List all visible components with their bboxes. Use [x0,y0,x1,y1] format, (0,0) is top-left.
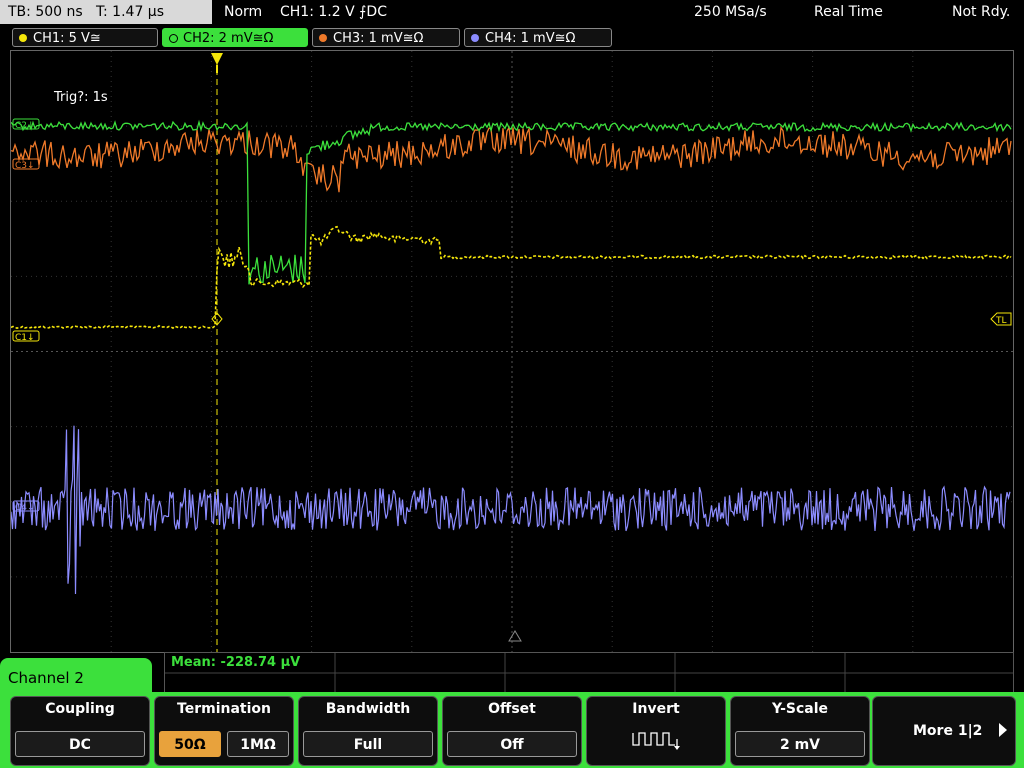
measurement-grid [165,653,1013,693]
svg-text:TL: TL [995,316,1007,326]
waveform-display[interactable]: C2↓ C3↓ C1↓ C4↓ TL [10,50,1014,653]
more-label: More 1|2 [913,723,983,739]
horizontal-center-icon [508,630,522,642]
menu-title-tab: Channel 2 [0,658,152,698]
measurement-panel[interactable]: Mean: -228.74 µV [164,652,1014,694]
channel-2-label: CH2: 2 mV≅Ω [183,31,274,46]
channel-2-offset-marker[interactable]: C2↓ [12,118,40,131]
channel-4-dot-icon [471,34,479,42]
bandwidth-softkey[interactable]: Bandwidth Full [298,696,438,766]
coupling-value[interactable]: DC [15,731,145,757]
svg-text:C2↓: C2↓ [15,121,35,131]
channel-2-waveform [11,119,1012,285]
svg-text:C4↓: C4↓ [15,503,35,513]
acquisition-status: Not Rdy. [952,4,1011,20]
termination-softkey[interactable]: Termination 50Ω 1MΩ [154,696,294,766]
channel-4-button[interactable]: CH4: 1 mV≅Ω [464,28,612,47]
svg-text:C1↓: C1↓ [15,333,35,343]
channel-1-waveform [11,225,1012,330]
termination-label: Termination [177,701,271,717]
waveform-canvas: C2↓ C3↓ C1↓ C4↓ TL [11,51,1013,652]
invert-softkey[interactable]: Invert [586,696,726,766]
bandwidth-label: Bandwidth [325,701,411,717]
timebase-value: TB: 500 ns [8,4,83,20]
timebase-box[interactable]: TB: 500 ns T: 1.47 µs [0,0,212,24]
yscale-softkey[interactable]: Y-Scale 2 mV [730,696,870,766]
acquisition-mode: Real Time [814,4,883,20]
offset-value[interactable]: Off [447,731,577,757]
bandwidth-value[interactable]: Full [303,731,433,757]
termination-50ohm-option[interactable]: 50Ω [159,731,221,757]
channel-3-offset-marker[interactable]: C3↓ [12,158,40,171]
coupling-label: Coupling [45,701,115,717]
channel-bar: CH1: 5 V≅ CH2: 2 mV≅Ω CH3: 1 mV≅Ω CH4: 1… [0,26,1024,48]
more-softkey[interactable]: More 1|2 [872,696,1016,766]
trigger-info[interactable]: CH1: 1.2 V ⨍DC [280,0,387,24]
channel-2-button[interactable]: CH2: 2 mV≅Ω [162,28,308,47]
channel-3-waveform [11,125,1012,193]
trigger-position-marker-icon[interactable] [211,53,223,65]
channel-3-label: CH3: 1 mV≅Ω [333,31,424,46]
channel-4-label: CH4: 1 mV≅Ω [485,31,576,46]
channel-1-label: CH1: 5 V≅ [33,31,101,46]
channel-1-button[interactable]: CH1: 5 V≅ [12,28,158,47]
yscale-label: Y-Scale [771,701,828,717]
channel-1-dot-icon [19,34,27,42]
invert-label: Invert [632,701,680,717]
svg-text:C3↓: C3↓ [15,161,35,171]
channel-1-offset-marker[interactable]: C1↓ [12,330,40,343]
trigger-level-marker[interactable]: TL [990,312,1012,326]
trigger-mode[interactable]: Norm [224,0,262,24]
coupling-softkey[interactable]: Coupling DC [10,696,150,766]
channel-3-dot-icon [319,34,327,42]
channel-3-button[interactable]: CH3: 1 mV≅Ω [312,28,460,47]
yscale-value[interactable]: 2 mV [735,731,865,757]
trigger-time-value: T: 1.47 µs [96,4,165,20]
channel-2-dot-icon [169,34,178,43]
termination-1mohm-option[interactable]: 1MΩ [227,731,289,757]
offset-label: Offset [488,701,536,717]
offset-softkey[interactable]: Offset Off [442,696,582,766]
trigger-status-label: Trig?: 1s [54,90,108,105]
sample-rate: 250 MSa/s [694,4,767,20]
invert-square-wave-icon [632,732,680,750]
channel-4-waveform [11,425,1011,595]
next-page-icon [999,723,1007,737]
status-bar: TB: 500 ns T: 1.47 µs Norm CH1: 1.2 V ⨍D… [0,0,1024,24]
